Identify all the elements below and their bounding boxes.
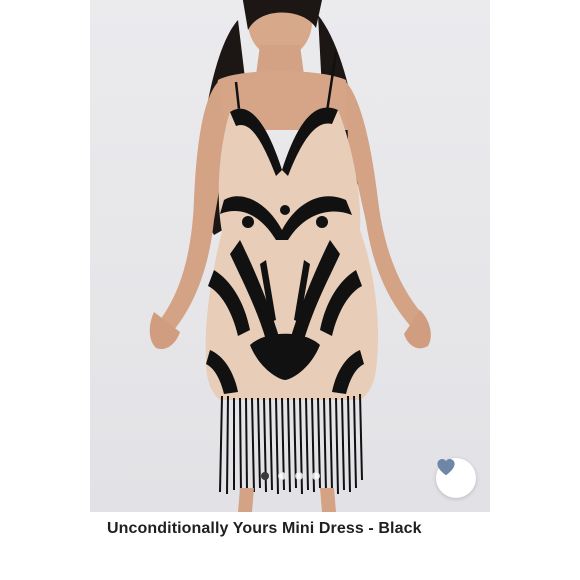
product-title[interactable]: Unconditionally Yours Mini Dress - Black xyxy=(107,520,422,538)
carousel-dot-3[interactable] xyxy=(294,472,303,480)
carousel-dots xyxy=(90,472,490,480)
product-image[interactable] xyxy=(90,0,490,512)
heart-icon xyxy=(437,458,455,476)
left-leg xyxy=(238,488,254,512)
model-illustration xyxy=(149,0,431,512)
carousel-dot-2[interactable] xyxy=(277,472,286,480)
wishlist-button[interactable] xyxy=(436,458,476,498)
carousel-dot-1[interactable] xyxy=(260,472,269,480)
product-card: Unconditionally Yours Mini Dress - Black xyxy=(0,0,580,580)
neck xyxy=(256,45,304,75)
carousel-dot-4[interactable] xyxy=(311,472,320,480)
right-leg xyxy=(320,488,336,512)
